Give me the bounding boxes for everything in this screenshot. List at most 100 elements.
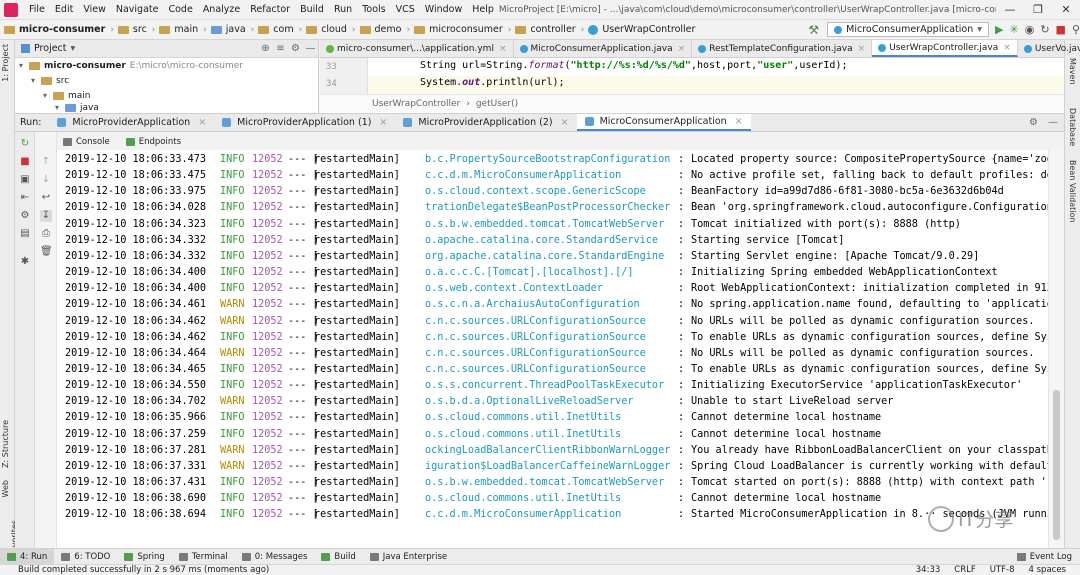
project-panel-title[interactable]: Project — [34, 43, 67, 54]
run-configuration-select[interactable]: MicroConsumerApplication ▾ — [827, 22, 990, 37]
crumb-java[interactable]: java › — [207, 24, 254, 35]
stop-icon[interactable]: ■ — [19, 156, 31, 168]
debug-icon[interactable]: ✳ — [1009, 23, 1018, 36]
pin-icon[interactable]: ✱ — [19, 256, 31, 268]
project-tool-button[interactable]: 1: Project — [1, 44, 10, 82]
line-separator[interactable]: CRLF — [954, 565, 975, 575]
bottom-tab-terminal[interactable]: Terminal — [172, 549, 235, 565]
close-tab-icon[interactable]: × — [1003, 43, 1011, 53]
print-icon[interactable]: ⎙ — [40, 228, 52, 240]
close-tab-icon[interactable]: × — [499, 44, 507, 54]
menu-run[interactable]: Run — [329, 0, 357, 20]
bottom-tab-todo[interactable]: 6: TODO — [54, 549, 117, 565]
database-tool-button[interactable]: Database — [1068, 108, 1077, 146]
settings-icon[interactable]: ⚙ — [19, 210, 31, 222]
close-tab-icon[interactable]: × — [678, 44, 686, 54]
menu-refactor[interactable]: Refactor — [245, 0, 295, 20]
caret-position[interactable]: 34:33 — [916, 565, 941, 575]
console-output[interactable]: 2019-12-10 18:06:33.473 INFO 12052 restarte… — [57, 150, 1048, 548]
tab-resttemplateconfiguration[interactable]: RestTemplateConfiguration.java × — [692, 40, 873, 57]
hide-icon[interactable]: — — [1048, 117, 1058, 128]
menu-build[interactable]: Build — [295, 0, 329, 20]
tab-microconsumerapplication[interactable]: MicroConsumerApplication.java × — [514, 40, 693, 57]
close-tab-icon[interactable]: × — [858, 44, 866, 54]
status-message[interactable]: Build completed successfully in 2 s 967 … — [0, 565, 269, 575]
arrow-up-icon[interactable]: ↑ — [40, 156, 52, 168]
breadcrumb-class[interactable]: UserWrapController — [372, 99, 460, 109]
menu-tools[interactable]: Tools — [357, 0, 390, 20]
menu-navigate[interactable]: Navigate — [111, 0, 164, 20]
tree-item-java[interactable]: ▾ java — [15, 103, 318, 112]
crumb-src[interactable]: src › — [114, 24, 155, 35]
search-icon[interactable]: ⚲ — [1072, 23, 1080, 36]
clear-all-icon[interactable]: 🗑 — [40, 246, 53, 258]
breadcrumb-method[interactable]: getUser() — [476, 99, 518, 109]
chevron-down-icon[interactable]: ▾ — [71, 43, 76, 54]
tree-item-module[interactable]: ▾ micro-consumer E:\micro\micro-consumer — [15, 58, 318, 73]
console-scrollbar[interactable] — [1048, 150, 1064, 548]
chevron-down-icon[interactable]: ▾ — [55, 103, 65, 112]
close-tab-icon[interactable]: × — [561, 117, 569, 128]
menu-vcs[interactable]: VCS — [391, 0, 420, 20]
close-tab-icon[interactable]: × — [735, 116, 743, 127]
run-tab-provider[interactable]: MicroProviderApplication × — [49, 114, 214, 131]
minimize-icon[interactable]: — — [996, 3, 1024, 16]
rerun-icon[interactable]: ↻ — [19, 138, 31, 150]
tree-item-src[interactable]: ▾ src — [15, 73, 318, 88]
exit-icon[interactable]: ⇤ — [19, 192, 31, 204]
menu-code[interactable]: Code — [163, 0, 197, 20]
crumb-class[interactable]: UserWrapController — [584, 24, 695, 35]
scroll-to-end-icon[interactable]: ↧ — [40, 210, 52, 222]
menu-help[interactable]: Help — [467, 0, 499, 20]
event-log-button[interactable]: Event Log — [1016, 552, 1080, 562]
arrow-down-icon[interactable]: ↓ — [40, 174, 52, 186]
tab-userwrapcontroller[interactable]: UserWrapController.java × — [872, 40, 1018, 57]
bottom-tab-messages[interactable]: 0: Messages — [235, 549, 315, 565]
file-encoding[interactable]: UTF-8 — [990, 565, 1015, 575]
soft-wrap-icon[interactable]: ↩ — [40, 192, 52, 204]
chevron-down-icon[interactable]: ▾ — [19, 61, 29, 70]
tab-console[interactable]: Console — [63, 137, 120, 147]
run-tab-provider-1[interactable]: MicroProviderApplication (1) × — [214, 114, 395, 131]
restore-icon[interactable]: ❐ — [1024, 3, 1052, 16]
gear-icon[interactable]: ⚙ — [1029, 117, 1038, 128]
tab-uservo[interactable]: UserVo.jav — [1018, 40, 1080, 57]
coverage-icon[interactable]: ◉ — [1025, 23, 1035, 36]
restore-layout-icon[interactable]: ▤ — [19, 228, 31, 240]
crumb-controller[interactable]: controller › — [511, 24, 584, 35]
crumb-demo[interactable]: demo › — [356, 24, 410, 35]
close-tab-icon[interactable]: × — [379, 117, 387, 128]
collapse-all-icon[interactable]: ≡ — [273, 43, 288, 54]
scrollbar-thumb[interactable] — [1053, 390, 1060, 540]
code-area[interactable]: 33 34 String url=String.format("http://%… — [320, 58, 1064, 94]
menu-view[interactable]: View — [78, 0, 111, 20]
chevron-down-icon[interactable]: ▾ — [43, 91, 53, 100]
crumb-cloud[interactable]: cloud › — [302, 24, 356, 35]
crumb-main[interactable]: main › — [155, 24, 207, 35]
stop-icon[interactable]: ■ — [1056, 23, 1066, 36]
gear-icon[interactable]: ⚙ — [288, 43, 303, 54]
bean-validation-tool-button[interactable]: Bean Validation — [1068, 160, 1077, 222]
locate-icon[interactable]: ⊕ — [258, 43, 273, 54]
menu-file[interactable]: File — [24, 0, 50, 20]
hide-icon[interactable]: — — [303, 43, 318, 54]
close-tab-icon[interactable]: × — [198, 117, 206, 128]
run-tab-provider-2[interactable]: MicroProviderApplication (2) × — [395, 114, 576, 131]
crumb-module[interactable]: micro-consumer › — [0, 24, 114, 35]
chevron-down-icon[interactable]: ▾ — [31, 76, 41, 85]
run-tab-consumer[interactable]: MicroConsumerApplication × — [576, 114, 751, 131]
menu-window[interactable]: Window — [420, 0, 467, 20]
build-hammer-icon[interactable]: ⚒ — [808, 23, 819, 37]
tree-item-main[interactable]: ▾ main — [15, 88, 318, 103]
code-line-34[interactable]: System.out.println(url); — [420, 77, 565, 88]
tab-application-yml[interactable]: micro-consumer\...\application.yml × — [320, 40, 514, 57]
menu-analyze[interactable]: Analyze — [198, 0, 245, 20]
crumb-com[interactable]: com › — [254, 24, 302, 35]
code-line-33[interactable]: String url=String.format("http://%s:%d/%… — [420, 60, 848, 71]
maven-tool-button[interactable]: Maven — [1068, 58, 1077, 85]
indent-setting[interactable]: 4 spaces — [1029, 565, 1066, 575]
crumb-microconsumer[interactable]: microconsumer › — [410, 24, 511, 35]
camera-icon[interactable]: ▣ — [19, 174, 31, 186]
bottom-tab-java-enterprise[interactable]: Java Enterprise — [363, 549, 454, 565]
close-icon[interactable]: ✕ — [1052, 3, 1080, 16]
